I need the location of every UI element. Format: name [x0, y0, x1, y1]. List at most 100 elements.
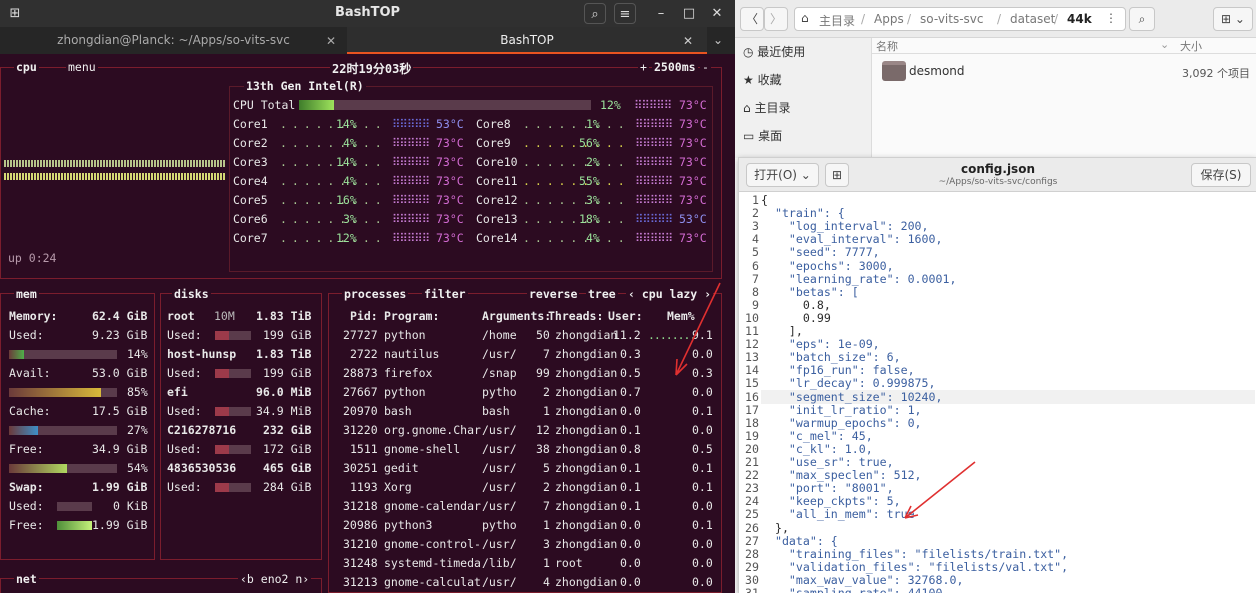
mem-value: 9.23 GiB: [92, 328, 148, 342]
proc-pid: 20986: [343, 518, 378, 532]
tab-close-icon[interactable]: ✕: [683, 34, 693, 48]
star-icon: ★: [743, 73, 758, 87]
cpu-total-label: CPU Total: [233, 98, 296, 112]
code-text: "batch_size": 6,: [761, 350, 901, 365]
core-graph: . . . . . . . . .: [523, 231, 625, 245]
sidebar-item-starred[interactable]: ★ 收藏: [743, 69, 782, 91]
sidebar-item-desktop[interactable]: ▭ 桌面: [743, 125, 782, 147]
proc-user: zhongdian: [555, 575, 618, 589]
menu-button[interactable]: menu: [66, 60, 98, 74]
core-temp-graph: ⠿⠿⠿⠿⠿: [635, 174, 673, 188]
cpu-label: cpu: [14, 60, 39, 74]
proc-args: /usr/: [482, 423, 517, 437]
more-icon[interactable]: ⋮: [1105, 11, 1117, 25]
proc-cpu: 0.0: [620, 575, 641, 589]
mem-value: 14%: [127, 347, 148, 361]
code-text: "port": "8001",: [761, 481, 894, 496]
disk-meter: [215, 445, 251, 454]
reverse-button[interactable]: reverse: [527, 287, 580, 301]
cpu-graph: [4, 158, 226, 188]
proc-threads: 12: [536, 423, 550, 437]
proc-args: /usr/: [482, 442, 517, 456]
core-name: Core8: [476, 117, 511, 131]
proc-col-header[interactable]: Pid:: [350, 307, 378, 326]
code-line: "lr_decay": 0.999875,: [761, 376, 936, 390]
proc-threads: 99: [536, 366, 550, 380]
core-name: Core1: [233, 117, 268, 131]
code-text: "training_files": "filelists/train.txt",: [761, 546, 1069, 561]
core-name: Core14: [476, 231, 518, 245]
breadcrumb-sep: /: [907, 12, 912, 26]
save-button[interactable]: 保存(S): [1191, 163, 1251, 187]
sidebar-item-recent[interactable]: ◷ 最近使用: [743, 41, 805, 63]
core-graph: . . . . . . . . .: [280, 193, 382, 207]
cpu-total-graph: ⠿⠿⠿⠿⠿: [634, 98, 672, 112]
breadcrumb-apps[interactable]: Apps: [874, 12, 904, 26]
filter-button[interactable]: filter: [422, 287, 468, 301]
sidebar-item-label: 主目录: [754, 101, 791, 115]
line-number: 15: [745, 376, 759, 391]
core-temp-graph: ⠿⠿⠿⠿⠿: [392, 231, 430, 245]
core-temp: 73°C: [679, 155, 707, 169]
menu-icon[interactable]: ≡: [614, 3, 636, 24]
line-number: 24: [745, 494, 759, 509]
view-grid-icon[interactable]: ⊞ ⌄: [1213, 7, 1253, 31]
core-graph: . . . . . . . . .: [280, 231, 382, 245]
refresh-plus[interactable]: +: [638, 60, 649, 74]
disk-meter-fill: [215, 407, 230, 416]
net-interface-selector[interactable]: ‹b eno2 n›: [238, 572, 312, 586]
proc-args: /usr/: [482, 499, 517, 513]
proc-args: bash: [482, 404, 510, 418]
breadcrumb-home[interactable]: 主目录: [819, 12, 855, 29]
proc-col-header[interactable]: Threads:: [548, 307, 603, 326]
code-text: "seed": 7777,: [761, 245, 880, 260]
proc-pid: 31248: [343, 556, 378, 570]
proc-col-header[interactable]: Program:: [384, 307, 439, 326]
minimize-icon[interactable]: –: [650, 3, 672, 24]
tree-button[interactable]: tree: [586, 287, 618, 301]
code-line: 0.8,: [761, 298, 831, 312]
proc-user: zhongdian: [555, 404, 618, 418]
tab-shell[interactable]: zhongdian@Planck: ~/Apps/so-vits-svc: [0, 27, 347, 54]
tab-bashtop[interactable]: BashTOP: [347, 27, 707, 54]
search-icon[interactable]: ⌕: [1129, 7, 1155, 31]
disk-value: 465 GiB: [263, 461, 312, 475]
mem-key: Swap:: [9, 480, 44, 494]
core-temp-graph: ⠿⠿⠿⠿⠿: [392, 174, 430, 188]
core-name: Core12: [476, 193, 518, 207]
proc-user: zhongdian: [555, 328, 618, 342]
col-size-header[interactable]: 大小: [1180, 38, 1202, 54]
breadcrumb-so-vits-svc[interactable]: so-vits-svc: [920, 12, 984, 26]
col-name-header[interactable]: 名称: [876, 38, 898, 54]
tab-close-icon[interactable]: ✕: [326, 34, 336, 48]
back-button[interactable]: 〈: [740, 7, 764, 31]
refresh-minus[interactable]: -: [700, 60, 711, 74]
breadcrumb-44k[interactable]: 44k: [1067, 12, 1092, 26]
core-pct: 18%: [579, 212, 600, 226]
disk-value: 1.83 TiB: [256, 309, 312, 323]
mem-meter-fill: [9, 426, 39, 435]
proc-pid: 31213: [343, 575, 378, 589]
disk-key: Used:: [167, 404, 202, 418]
core-pct: 14%: [336, 155, 357, 169]
mem-value: 1.99 GiB: [92, 518, 148, 532]
maximize-icon[interactable]: □: [678, 3, 700, 24]
proc-program: gedit: [384, 461, 419, 475]
proc-pid: 31210: [343, 537, 378, 551]
sidebar-item-home[interactable]: ⌂ 主目录: [743, 97, 790, 119]
core-graph: . . . . . . . . .: [280, 136, 382, 150]
proc-mem: 0.0: [692, 575, 713, 589]
code-line: "max_speclen": 512,: [761, 468, 922, 482]
close-icon[interactable]: ✕: [706, 3, 728, 24]
core-temp: 73°C: [679, 174, 707, 188]
proc-col-header[interactable]: Arguments:: [482, 307, 551, 326]
forward-button[interactable]: 〉: [764, 7, 788, 31]
folder-name[interactable]: desmond: [909, 64, 965, 78]
code-line: "training_files": "filelists/train.txt",: [761, 547, 1068, 561]
editor[interactable]: 1{2 "train": {3 "log_interval": 200, 4 "e…: [739, 192, 1256, 593]
chevron-down-icon[interactable]: ⌄: [713, 33, 723, 47]
proc-col-header[interactable]: User:: [608, 307, 643, 326]
line-number: 21: [745, 455, 759, 469]
search-icon[interactable]: ⌕: [584, 3, 606, 24]
breadcrumb-dataset[interactable]: dataset: [1010, 12, 1055, 26]
